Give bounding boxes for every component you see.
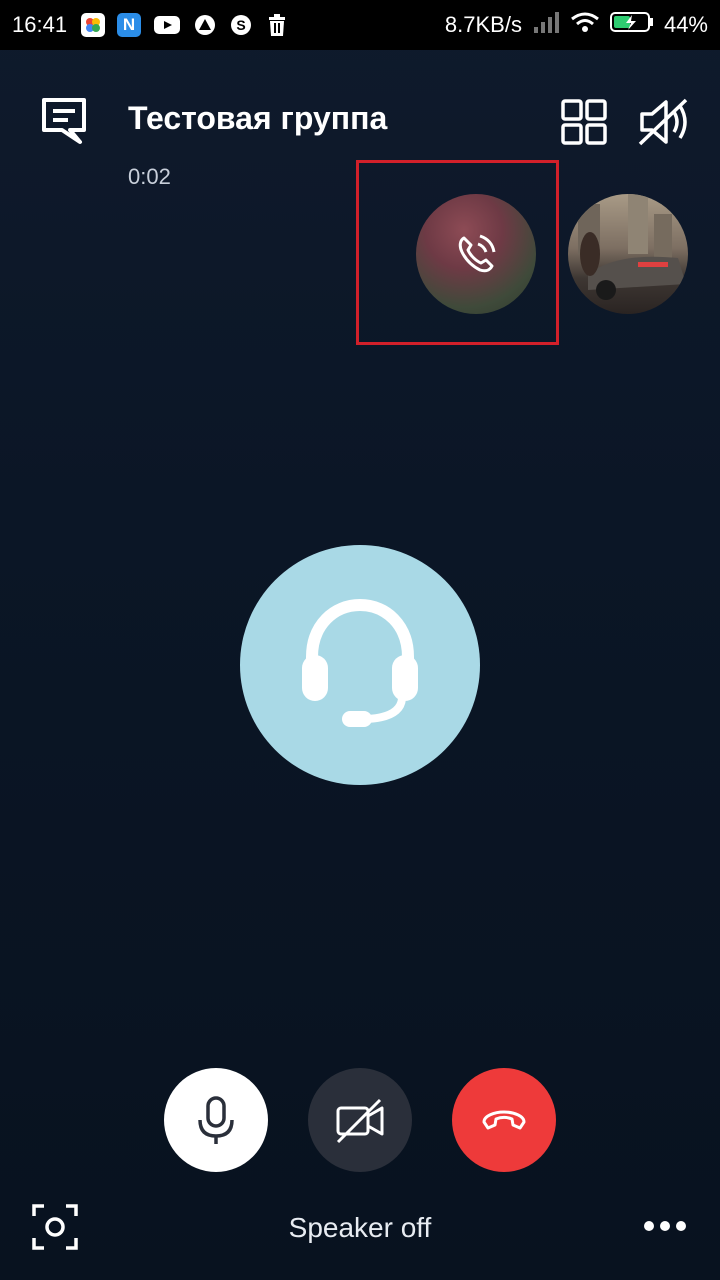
call-header: Тестовая группа 0:02 xyxy=(0,88,720,189)
end-call-button[interactable] xyxy=(452,1068,556,1172)
grid-view-button[interactable] xyxy=(560,98,608,146)
status-time: 16:41 xyxy=(12,12,68,37)
call-duration: 0:02 xyxy=(128,164,171,189)
video-off-icon xyxy=(336,1098,384,1144)
skype-icon: S xyxy=(229,13,253,37)
battery-icon xyxy=(609,11,654,39)
call-title: Тестовая группа xyxy=(128,100,388,136)
wifi-icon xyxy=(570,11,600,39)
triangle-app-icon xyxy=(193,13,217,37)
battery-percent: 44% xyxy=(663,12,708,37)
trash-icon xyxy=(265,13,289,37)
microphone-icon xyxy=(198,1096,234,1144)
video-toggle-button[interactable] xyxy=(308,1068,412,1172)
highlight-box xyxy=(356,160,559,345)
notification-icons: N S xyxy=(81,13,289,37)
svg-text:S: S xyxy=(236,17,245,33)
status-bar: 16:41 N S 8.7KB/s 44% xyxy=(0,0,720,50)
speaker-status-button[interactable]: Speaker off xyxy=(0,1212,720,1244)
youtube-icon xyxy=(153,13,181,37)
main-call-avatar xyxy=(240,545,480,785)
headset-icon xyxy=(302,598,418,727)
more-icon xyxy=(644,1221,686,1231)
grid-icon xyxy=(561,99,607,145)
bottom-bar: Speaker off xyxy=(0,1196,720,1266)
status-right: 8.7KB/s 44% xyxy=(445,11,708,39)
participant-avatar[interactable] xyxy=(568,194,688,314)
speaker-off-icon xyxy=(638,98,688,146)
participant-photo xyxy=(578,194,686,300)
n-app-icon: N xyxy=(117,13,142,37)
signal-icon xyxy=(532,11,560,39)
speaker-toggle-button[interactable] xyxy=(636,96,692,148)
more-options-button[interactable] xyxy=(640,1208,690,1244)
end-call-icon xyxy=(482,1110,526,1130)
network-speed: 8.7KB/s xyxy=(444,12,522,37)
microphone-button[interactable] xyxy=(164,1068,268,1172)
chat-button[interactable] xyxy=(40,96,88,146)
photos-icon xyxy=(81,13,106,37)
